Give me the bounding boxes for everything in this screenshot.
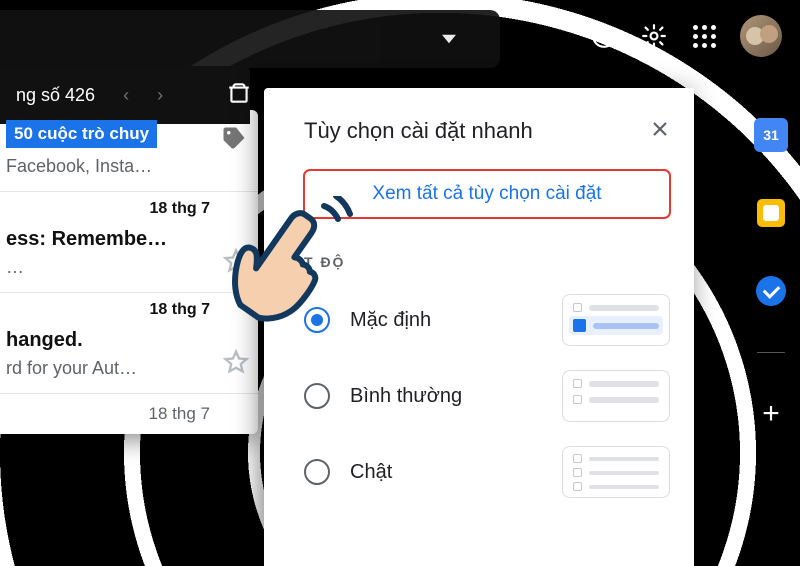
inbox-row[interactable]: 50 cuộc trò chuy Facebook, Insta… [0, 110, 258, 192]
next-page-button[interactable]: › [157, 85, 163, 106]
density-label: Bình thường [350, 385, 462, 408]
star-icon[interactable] [222, 348, 250, 381]
header-bar [0, 0, 800, 72]
radio-icon[interactable] [304, 383, 330, 409]
density-preview-default[interactable] [562, 294, 670, 346]
add-addon-button[interactable]: + [754, 397, 788, 431]
prev-page-button[interactable]: ‹ [123, 85, 129, 106]
tasks-icon[interactable] [754, 274, 788, 308]
density-option-comfortable[interactable]: Bình thường [304, 370, 670, 422]
archive-icon[interactable] [226, 80, 252, 111]
inbox-row-title: ess: Remembe… [6, 228, 242, 251]
radio-icon[interactable] [304, 459, 330, 485]
inbox-row-subtitle: … [6, 257, 24, 278]
pagination-label: ng số 426 [16, 85, 95, 106]
rail-divider [757, 352, 785, 353]
see-all-settings-button[interactable]: Xem tất cả tùy chọn cài đặt [304, 170, 670, 218]
inbox-row-date: 18 thg 7 [150, 301, 210, 319]
density-option-default[interactable]: Mặc định [304, 294, 670, 346]
density-label: Mặc định [350, 309, 431, 332]
density-option-compact[interactable]: Chật [304, 446, 670, 498]
pointing-hand-annotation [216, 196, 356, 351]
apps-grid-icon[interactable] [690, 22, 718, 50]
inbox-row-subtitle: rd for your Aut… [6, 358, 137, 379]
close-icon[interactable] [650, 119, 670, 144]
inbox-row-subtitle: Facebook, Insta… [6, 156, 242, 177]
inbox-row-date: 18 thg 7 [0, 394, 258, 428]
help-icon[interactable] [590, 22, 618, 50]
conversation-chip: 50 cuộc trò chuy [6, 120, 157, 148]
density-label: Chật [350, 461, 392, 484]
label-icon[interactable] [220, 124, 248, 157]
inbox-row-date: 18 thg 7 [150, 200, 210, 218]
density-section-label: T ĐỘ [304, 254, 670, 270]
gear-icon[interactable] [640, 22, 668, 50]
side-panel-rail: 31 + [754, 118, 788, 431]
panel-title: Tùy chọn cài đặt nhanh [304, 118, 533, 144]
user-avatar[interactable] [740, 15, 782, 57]
calendar-icon[interactable]: 31 [754, 118, 788, 152]
inbox-row-title: hanged. [6, 329, 242, 352]
keep-icon[interactable] [754, 196, 788, 230]
density-preview-comfortable[interactable] [562, 370, 670, 422]
density-preview-compact[interactable] [562, 446, 670, 498]
